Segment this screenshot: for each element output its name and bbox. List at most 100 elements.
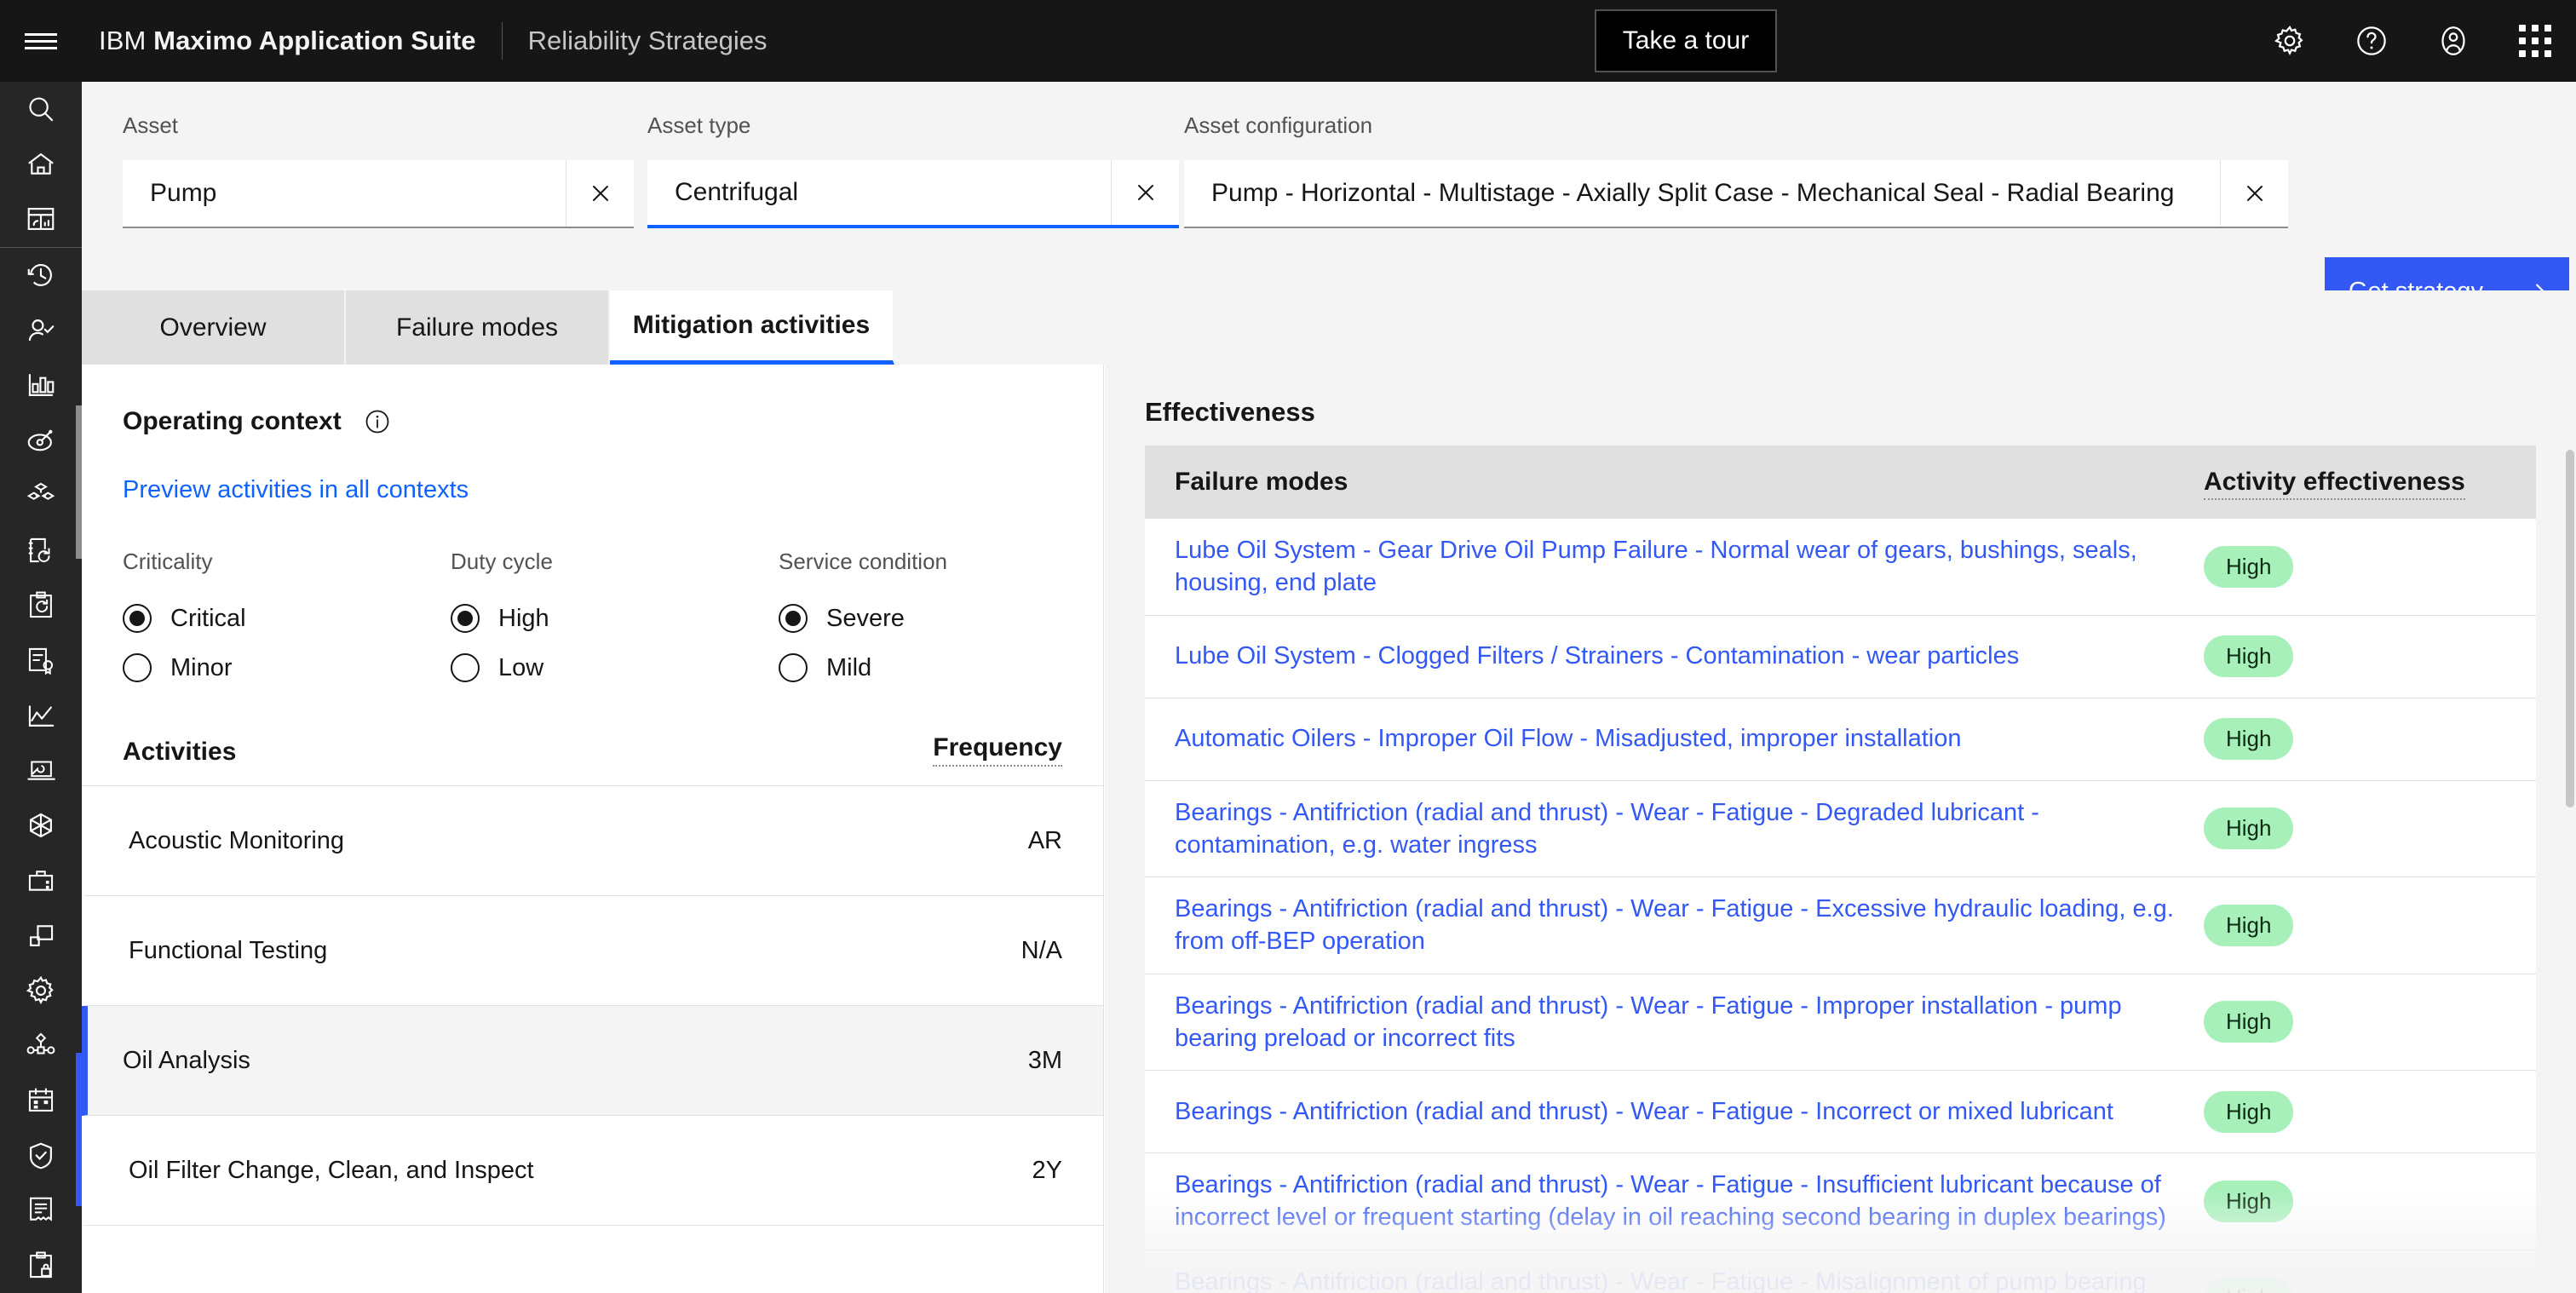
asset-type-input[interactable]: Centrifugal (647, 160, 1111, 225)
radio-option-severe[interactable]: Severe (779, 594, 947, 643)
failure-mode-link[interactable]: Bearings - Antifriction (radial and thru… (1145, 1080, 2204, 1143)
asset-clear-icon[interactable] (566, 160, 634, 227)
calendar-icon[interactable] (0, 1073, 82, 1129)
take-a-tour-button[interactable]: Take a tour (1595, 9, 1777, 72)
radio-option-low[interactable]: Low (451, 643, 779, 692)
hamburger-menu-icon[interactable] (0, 0, 82, 82)
activities-column-header: Activities (123, 738, 237, 766)
toolbox-icon[interactable] (0, 853, 82, 908)
tab-overview[interactable]: Overview (82, 290, 346, 365)
radio-option-high[interactable]: High (451, 594, 779, 643)
certificate-icon[interactable] (0, 633, 82, 688)
history-icon[interactable] (0, 248, 82, 303)
failure-mode-link[interactable]: Lube Oil System - Clogged Filters / Stra… (1145, 624, 2204, 687)
radio-high-indicator (451, 604, 480, 633)
table-row[interactable]: Functional Testing N/A (82, 896, 1103, 1006)
tab-mitigation-activities[interactable]: Mitigation activities (610, 290, 894, 365)
rail-scrollbar[interactable] (76, 405, 82, 559)
left-nav-rail (0, 82, 82, 1293)
failure-mode-link[interactable]: Bearings - Antifriction (radial and thru… (1145, 781, 2204, 877)
rail-active-indicator (76, 1053, 82, 1206)
bar-chart-icon[interactable] (0, 358, 82, 413)
laptop-wrench-icon[interactable] (0, 743, 82, 798)
effectiveness-cell: High (2204, 1090, 2536, 1133)
activity-frequency: 2Y (1032, 1156, 1062, 1184)
failure-mode-link[interactable]: Bearings - Antifriction (radial and thru… (1145, 1153, 2204, 1250)
table-row-selected[interactable]: Oil Analysis 3M (82, 1006, 1103, 1116)
radio-option-critical[interactable]: Critical (123, 594, 451, 643)
filter-bar: Asset Pump Asset type Centrifugal Asset … (82, 82, 2576, 325)
effectiveness-scrollbar[interactable] (2566, 450, 2574, 807)
gauge-icon[interactable] (0, 413, 82, 468)
radio-option-minor[interactable]: Minor (123, 643, 451, 692)
information-icon[interactable] (364, 408, 391, 435)
failure-mode-link[interactable]: Bearings - Antifriction (radial and thru… (1145, 877, 2204, 974)
failure-modes-column-header: Failure modes (1175, 468, 1348, 496)
asset-type-clear-icon[interactable] (1111, 160, 1179, 225)
dashboard-icon[interactable] (0, 192, 82, 247)
status-badge: High (2204, 807, 2294, 850)
asset-type-field-box[interactable]: Centrifugal (647, 160, 1179, 228)
frequency-column-header[interactable]: Frequency (933, 733, 1062, 767)
table-row[interactable]: Lube Oil System - Gear Drive Oil Pump Fa… (1145, 519, 2536, 616)
cubes-icon[interactable] (0, 468, 82, 523)
table-row[interactable]: Automatic Oilers - Improper Oil Flow - M… (1145, 698, 2536, 781)
asset-configuration-input[interactable]: Pump - Horizontal - Multistage - Axially… (1184, 160, 2220, 227)
radio-severe-indicator (779, 604, 808, 633)
effectiveness-cell: High (2204, 807, 2536, 850)
settings-gear-icon[interactable] (0, 963, 82, 1019)
table-row[interactable]: Bearings - Antifriction (radial and thru… (1145, 877, 2536, 974)
radio-critical-indicator (123, 604, 152, 633)
brand-prefix: IBM (99, 26, 154, 55)
failure-mode-link[interactable]: Bearings - Antifriction (radial and thru… (1145, 1250, 2204, 1293)
radio-low-indicator (451, 653, 480, 682)
table-row[interactable]: Bearings - Antifriction (radial and thru… (1145, 974, 2536, 1072)
table-row[interactable]: Oil Filter Change, Clean, and Inspect 2Y (82, 1116, 1103, 1226)
effectiveness-cell: High (2204, 718, 2536, 761)
activity-name: Oil Filter Change, Clean, and Inspect (129, 1156, 534, 1184)
shield-check-icon[interactable] (0, 1128, 82, 1183)
asset-configuration-field-box[interactable]: Pump - Horizontal - Multistage - Axially… (1184, 160, 2288, 228)
asset-configuration-clear-icon[interactable] (2220, 160, 2288, 227)
table-row[interactable]: Lube Oil System - Clogged Filters / Stra… (1145, 615, 2536, 698)
app-switcher-icon[interactable] (2494, 0, 2576, 82)
radio-option-mild[interactable]: Mild (779, 643, 947, 692)
line-chart-icon[interactable] (0, 688, 82, 744)
activities-table-header: Activities Frequency (82, 733, 1103, 786)
home-icon[interactable] (0, 137, 82, 193)
clipboard-lock-icon[interactable] (0, 1238, 82, 1293)
activity-effectiveness-column-header[interactable]: Activity effectiveness (2204, 468, 2536, 500)
flow-icon[interactable] (0, 1018, 82, 1073)
effectiveness-cell: High (2204, 635, 2536, 678)
help-icon[interactable] (2331, 0, 2412, 82)
table-row[interactable]: Bearings - Antifriction (radial and thru… (1145, 1153, 2536, 1250)
failure-mode-link[interactable]: Lube Oil System - Gear Drive Oil Pump Fa… (1145, 519, 2204, 615)
receipt-icon[interactable] (0, 1183, 82, 1238)
table-row[interactable]: Bearings - Antifriction (radial and thru… (1145, 780, 2536, 878)
failure-mode-link[interactable]: Automatic Oilers - Improper Oil Flow - M… (1145, 707, 2204, 770)
asset-label: Asset (123, 112, 179, 138)
hexagon-icon[interactable] (0, 798, 82, 853)
activity-name: Functional Testing (129, 936, 328, 964)
radio-mild-label: Mild (826, 653, 872, 681)
preview-activities-link[interactable]: Preview activities in all contexts (82, 436, 1103, 504)
status-badge: High (2204, 1001, 2294, 1043)
asset-input[interactable]: Pump (123, 160, 566, 227)
radio-high-label: High (498, 604, 549, 632)
clipboard-refresh-icon[interactable] (0, 578, 82, 633)
failure-mode-link[interactable]: Bearings - Antifriction (radial and thru… (1145, 974, 2204, 1071)
asset-field-box[interactable]: Pump (123, 160, 634, 228)
shapes-icon[interactable] (0, 908, 82, 963)
user-avatar-icon[interactable] (2412, 0, 2494, 82)
table-row[interactable]: Bearings - Antifriction (radial and thru… (1145, 1071, 2536, 1154)
table-row[interactable]: Bearings - Antifriction (radial and thru… (1145, 1250, 2536, 1293)
asset-field-wrapper: Asset Pump (123, 112, 634, 228)
radio-critical-label: Critical (170, 604, 246, 632)
radio-group-service-condition: Service condition Severe Mild (779, 549, 947, 692)
search-icon[interactable] (0, 82, 82, 137)
tab-failure-modes[interactable]: Failure modes (346, 290, 610, 365)
task-refresh-icon[interactable] (0, 523, 82, 578)
user-check-icon[interactable] (0, 302, 82, 358)
table-row[interactable]: Acoustic Monitoring AR (82, 786, 1103, 896)
gear-icon[interactable] (2249, 0, 2331, 82)
